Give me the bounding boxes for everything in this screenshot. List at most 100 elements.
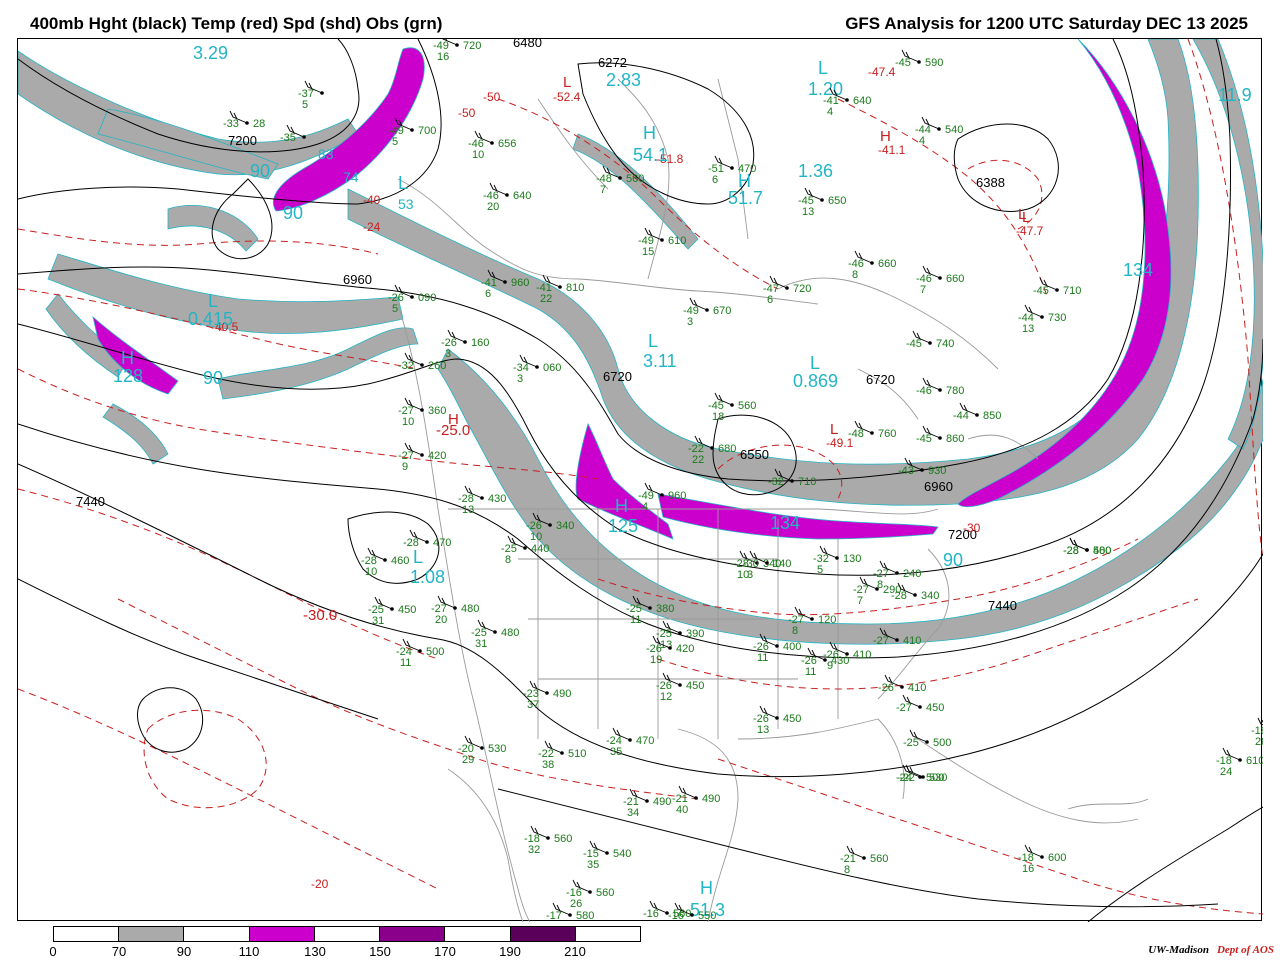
obs-height: 640	[513, 190, 531, 202]
obs-dewpoint-depression: 18	[712, 411, 724, 423]
obs-height: 660	[946, 273, 964, 285]
speed-label: 2.83	[606, 70, 641, 90]
legend-tick: 90	[176, 944, 192, 959]
obs-height: 120	[818, 614, 836, 626]
speed-label: 11.9	[1218, 85, 1252, 105]
obs-height: 390	[686, 628, 704, 640]
legend-tick: 150	[369, 944, 391, 959]
station-obs: -28 480	[1063, 537, 1111, 557]
obs-height: 470	[636, 735, 654, 747]
obs-dewpoint-depression: 8	[792, 625, 798, 637]
station-obs: -27 4209	[398, 442, 446, 473]
low-center: L	[818, 58, 828, 78]
station-obs: -46 65610	[468, 130, 516, 161]
obs-height: 740	[936, 338, 954, 350]
obs-dewpoint-depression: 8	[852, 269, 858, 281]
station-obs: -18 60016	[1018, 844, 1066, 875]
obs-height: 590	[925, 57, 943, 69]
legend-swatch	[510, 927, 576, 941]
obs-height: 700	[418, 125, 436, 137]
station-obs: -26 45013	[753, 705, 801, 736]
obs-temp: -46	[916, 385, 932, 397]
obs-height: 450	[783, 713, 801, 725]
station-obs: -22 51038	[538, 740, 586, 771]
low-center: L	[208, 291, 218, 311]
obs-dewpoint-depression: 38	[542, 759, 554, 771]
obs-height: 560	[626, 173, 644, 185]
speed-label: 3.29	[193, 43, 228, 63]
obs-height: 760	[878, 428, 896, 440]
obs-height: 440	[531, 543, 549, 555]
obs-dewpoint-depression: 32	[528, 844, 540, 856]
temp-label: -40	[363, 193, 381, 207]
obs-height: 560	[596, 887, 614, 899]
obs-height: 240	[903, 568, 921, 580]
obs-dewpoint-depression: 7	[857, 595, 863, 607]
station-obs: -15 54035	[583, 840, 631, 871]
station-obs: -26 45012	[656, 672, 704, 703]
legend-tick: 130	[304, 944, 326, 959]
height-label: 6272	[598, 55, 627, 70]
obs-dewpoint-depression: 9	[402, 461, 408, 473]
obs-height: 090	[418, 292, 436, 304]
obs-dewpoint-depression: 15	[642, 246, 654, 258]
obs-temp: -32	[398, 360, 414, 372]
obs-dewpoint-depression: 13	[1022, 323, 1034, 335]
station-obs: -27 450	[896, 694, 944, 714]
low-center: L	[830, 421, 838, 438]
obs-height: 490	[702, 793, 720, 805]
station-obs: -44 850	[953, 402, 1001, 422]
temp-label: -41.1	[878, 143, 906, 157]
obs-dewpoint-depression: 13	[802, 206, 814, 218]
obs-height: 400	[783, 641, 801, 653]
obs-height: 710	[798, 476, 816, 488]
height-label: 7200	[228, 133, 257, 148]
obs-height: 480	[461, 603, 479, 615]
obs-dewpoint-depression: 26	[570, 898, 582, 910]
station-obs: -375	[298, 80, 324, 111]
obs-temp: -22	[899, 772, 915, 784]
height-label: 7440	[988, 598, 1017, 613]
temp-label: -20	[311, 877, 329, 891]
obs-height: 450	[926, 702, 944, 714]
station-obs: -21 49040	[672, 785, 720, 816]
credit-org: UW-Madison	[1148, 944, 1209, 956]
station-obs: -18 56032	[524, 825, 572, 856]
obs-height: 500	[933, 737, 951, 749]
station-obs: -46 6608	[848, 250, 896, 281]
high-center: H	[643, 123, 656, 143]
height-label: 6550	[740, 447, 769, 462]
station-obs: -1828	[1251, 717, 1263, 748]
obs-height: 510	[568, 748, 586, 760]
legend-swatch	[54, 927, 120, 941]
station-obs: -28 43013	[458, 485, 506, 516]
obs-dewpoint-depression: 5	[302, 99, 308, 111]
speed-label: 128	[113, 366, 143, 386]
obs-dewpoint-depression: 4	[919, 135, 925, 147]
chart-title-right: GFS Analysis for 1200 UTC Saturday DEC 1…	[845, 14, 1248, 33]
speed-color-legend	[53, 926, 641, 942]
temp-label: -30	[963, 521, 981, 535]
obs-temp: -16	[643, 908, 659, 920]
station-obs: -24 47035	[606, 727, 654, 758]
station-obs: -28 470	[403, 529, 451, 549]
obs-dewpoint-depression: 6	[485, 288, 491, 300]
station-obs: -25 48031	[471, 619, 519, 650]
credit-dept: Dept of AOS	[1216, 944, 1274, 956]
high-center: H	[615, 496, 628, 516]
obs-height: 420	[676, 643, 694, 655]
high-center: H	[448, 411, 459, 428]
obs-height: 680	[718, 443, 736, 455]
obs-height: 410	[908, 682, 926, 694]
station-obs: -45 65013	[798, 187, 846, 218]
obs-height: 490	[653, 796, 671, 808]
legend-swatch	[575, 927, 640, 941]
obs-temp: -28	[891, 590, 907, 602]
obs-height: 960	[668, 490, 686, 502]
obs-height: 656	[498, 138, 516, 150]
legend-swatch	[445, 927, 511, 941]
speed-label: 54.1	[633, 145, 668, 165]
obs-height: 560	[870, 853, 888, 865]
legend-swatch	[380, 927, 446, 941]
obs-temp: -27	[873, 635, 889, 647]
